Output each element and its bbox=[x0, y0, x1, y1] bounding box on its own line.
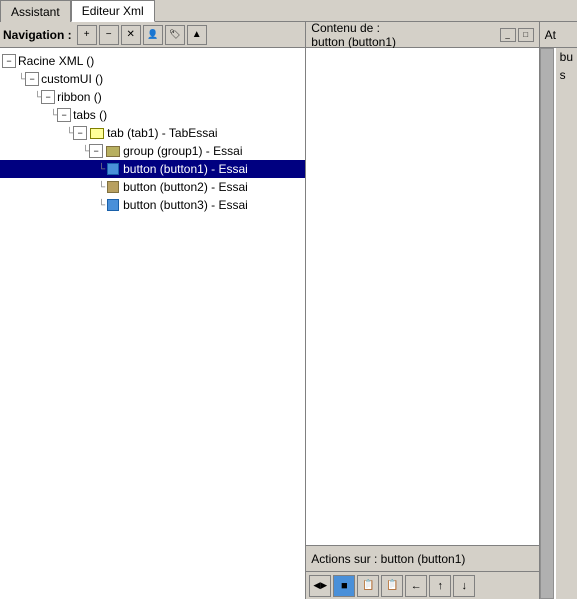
action-copy2-button[interactable]: 📋 bbox=[381, 575, 403, 597]
center-panel: Contenu de : button (button1) _ □ Action… bbox=[306, 22, 539, 599]
tab-editeur-xml[interactable]: Editeur Xml bbox=[71, 0, 155, 22]
center-content bbox=[306, 48, 538, 545]
tree-item-ribbon[interactable]: └ − ribbon () bbox=[0, 88, 305, 106]
nav-add-button[interactable]: + bbox=[77, 25, 97, 45]
navigation-panel: Navigation : + − ✕ 👤 🏷 ▲ − Racine XML ()… bbox=[0, 22, 306, 599]
expand-racine-xml[interactable]: − bbox=[2, 54, 16, 68]
right-sub-label: bu bbox=[556, 48, 577, 66]
tree-item-button3[interactable]: └ button (button3) - Essai bbox=[0, 196, 305, 214]
right-panel: At bu s bbox=[540, 22, 577, 599]
action-toolbar: ◀▶ ■ 📋 📋 ← ↑ ↓ bbox=[306, 571, 538, 599]
expand-group1[interactable]: − bbox=[89, 144, 103, 158]
button2-icon bbox=[105, 180, 121, 194]
action-swap-button[interactable]: ◀▶ bbox=[309, 575, 331, 597]
right-stripe bbox=[540, 48, 554, 599]
center-maximize-button[interactable]: □ bbox=[518, 28, 534, 42]
center-header-text: Contenu de : button (button1) bbox=[311, 21, 396, 49]
action-down-button[interactable]: ↓ bbox=[453, 575, 475, 597]
right-sub2-label: s bbox=[556, 66, 577, 84]
center-header: Contenu de : button (button1) _ □ bbox=[306, 22, 538, 48]
expand-customUI[interactable]: − bbox=[25, 72, 39, 86]
tab1-icon bbox=[89, 126, 105, 140]
tree-item-tabs[interactable]: └ − tabs () bbox=[0, 106, 305, 124]
action-square-button[interactable]: ■ bbox=[333, 575, 355, 597]
right-header: At bbox=[540, 22, 577, 48]
nav-remove-button[interactable]: − bbox=[99, 25, 119, 45]
tree-item-racine-xml[interactable]: − Racine XML () bbox=[0, 52, 305, 70]
button1-icon bbox=[105, 162, 121, 176]
action-left-button[interactable]: ← bbox=[405, 575, 427, 597]
center-minimize-button[interactable]: _ bbox=[500, 28, 516, 42]
nav-toolbar: Navigation : + − ✕ 👤 🏷 ▲ bbox=[0, 22, 305, 48]
nav-up-button[interactable]: ▲ bbox=[187, 25, 207, 45]
expand-tabs[interactable]: − bbox=[57, 108, 71, 122]
action-up-button[interactable]: ↑ bbox=[429, 575, 451, 597]
tab-assistant[interactable]: Assistant bbox=[0, 0, 71, 22]
center-footer: Actions sur : button (button1) bbox=[306, 545, 538, 571]
nav-delete-button[interactable]: ✕ bbox=[121, 25, 141, 45]
tree-item-button1[interactable]: └ button (button1) - Essai bbox=[0, 160, 305, 178]
nav-label: Navigation : bbox=[3, 28, 72, 42]
center-header-buttons: _ □ bbox=[500, 28, 534, 42]
tree-item-button2[interactable]: └ button (button2) - Essai bbox=[0, 178, 305, 196]
right-content: bu s bbox=[554, 48, 577, 599]
nav-user-button[interactable]: 👤 bbox=[143, 25, 163, 45]
group1-icon bbox=[105, 144, 121, 158]
tree-item-customUI[interactable]: └ − customUI () bbox=[0, 70, 305, 88]
tree-area: − Racine XML () └ − customUI () └ − ribb… bbox=[0, 48, 305, 599]
button3-icon bbox=[105, 198, 121, 212]
expand-tab1[interactable]: − bbox=[73, 126, 87, 140]
nav-tag-button[interactable]: 🏷 bbox=[165, 25, 185, 45]
expand-ribbon[interactable]: − bbox=[41, 90, 55, 104]
tree-item-tab1[interactable]: └ − tab (tab1) - TabEssai bbox=[0, 124, 305, 142]
action-copy1-button[interactable]: 📋 bbox=[357, 575, 379, 597]
tree-item-group1[interactable]: └ − group (group1) - Essai bbox=[0, 142, 305, 160]
